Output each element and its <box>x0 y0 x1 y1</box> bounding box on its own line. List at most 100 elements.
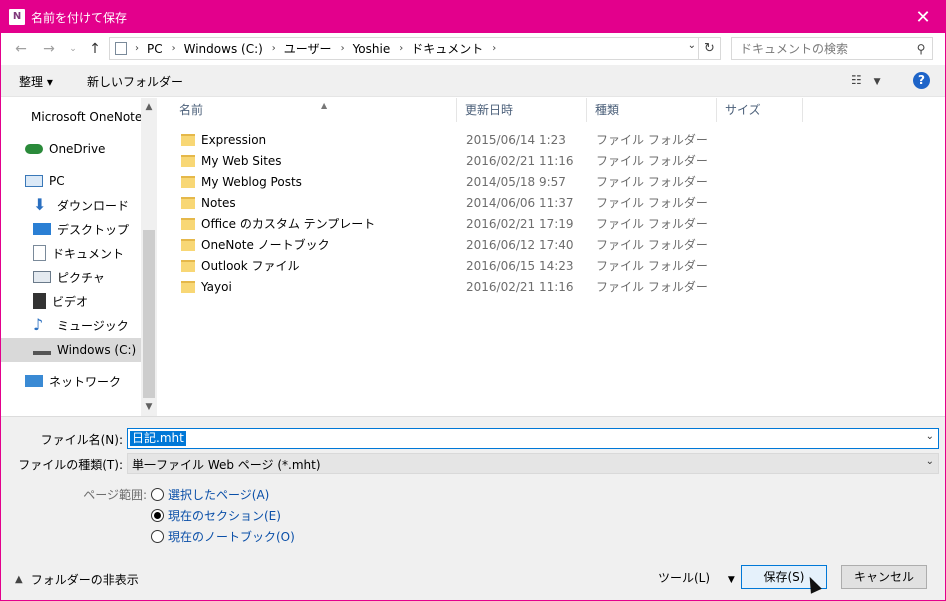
help-button[interactable]: ? <box>913 72 930 89</box>
chevron-down-icon: ▼ <box>727 575 735 585</box>
sidebar-item-videos[interactable]: ビデオ <box>33 290 141 312</box>
radio-button[interactable] <box>151 487 164 501</box>
folder-icon <box>181 217 195 230</box>
music-icon: ♪ <box>33 315 44 334</box>
radio-button[interactable] <box>151 529 164 543</box>
chevron-up-icon: ▲ <box>15 574 23 585</box>
navigation-scrollbar[interactable]: ▲ ▼ <box>141 98 157 416</box>
radio-current-notebook[interactable]: 現在のノートブック(O) <box>151 527 295 545</box>
tools-button[interactable]: ツール(L) ▼ <box>658 569 735 586</box>
sidebar-item-label: Windows (C:) <box>57 343 137 357</box>
search-box[interactable]: ドキュメントの検索 ⚲ <box>731 37 933 60</box>
sidebar-item-pc[interactable]: PC <box>25 170 141 192</box>
close-button[interactable]: ✕ <box>901 1 945 33</box>
sidebar-item-windows-c[interactable]: Windows (C:) <box>1 338 141 362</box>
organize-button[interactable]: 整理 ▾ <box>19 73 53 90</box>
filetype-label: ファイルの種類(T): <box>18 458 123 472</box>
file-date: 2015/06/14 1:23 <box>466 132 566 147</box>
back-button[interactable]: ← <box>11 39 31 59</box>
refresh-button[interactable]: ↻ <box>698 38 720 59</box>
sidebar-item-label: OneDrive <box>49 142 106 156</box>
breadcrumb-item[interactable]: Windows (C:) <box>184 42 263 56</box>
scroll-down-button[interactable]: ▼ <box>141 400 157 414</box>
file-list: 名前 ▲ 更新日時 種類 サイズ Expression 2015/06/14 1… <box>159 98 945 416</box>
up-arrow-icon: ↑ <box>89 41 101 57</box>
file-name: Outlook ファイル <box>201 259 300 273</box>
radio-button[interactable] <box>151 508 164 522</box>
file-name: My Web Sites <box>201 153 282 168</box>
location-icon <box>115 42 127 55</box>
file-row[interactable]: Expression 2015/06/14 1:23 ファイル フォルダー <box>171 129 711 150</box>
sidebar-item-documents[interactable]: ドキュメント <box>33 242 141 264</box>
filetype-select[interactable]: 単一ファイル Web ページ (*.mht) ⌄ <box>127 453 939 474</box>
scrollbar-thumb[interactable] <box>143 230 155 398</box>
breadcrumb-item[interactable]: PC <box>147 42 163 56</box>
radio-current-section[interactable]: 現在のセクション(E) <box>151 506 281 524</box>
view-list-icon: ☷ <box>851 73 862 87</box>
column-header-type[interactable]: 種類 <box>587 98 717 122</box>
file-row[interactable]: My Web Sites 2016/02/21 11:16 ファイル フォルダー <box>171 150 711 171</box>
file-row[interactable]: OneNote ノートブック 2016/06/12 17:40 ファイル フォル… <box>171 234 711 255</box>
file-date: 2016/06/12 17:40 <box>466 237 574 252</box>
column-header-name[interactable]: 名前 ▲ <box>171 98 457 122</box>
chevron-down-icon[interactable]: ⌄ <box>926 431 934 442</box>
folder-icon <box>181 238 195 251</box>
title-bar: N 名前を付けて保存 ✕ <box>1 1 945 33</box>
file-type: ファイル フォルダー <box>596 259 708 273</box>
sort-ascending-icon: ▲ <box>321 101 328 110</box>
onedrive-icon <box>25 144 43 154</box>
file-row[interactable]: Notes 2014/06/06 11:37 ファイル フォルダー <box>171 192 711 213</box>
sidebar-item-onenote[interactable]: Microsoft OneNote <box>25 106 141 128</box>
new-folder-button[interactable]: 新しいフォルダー <box>87 73 183 90</box>
address-dropdown-button[interactable]: ⌄ <box>688 40 696 51</box>
sidebar-item-network[interactable]: ネットワーク <box>25 370 141 392</box>
file-date: 2014/05/18 9:57 <box>466 174 566 189</box>
file-type: ファイル フォルダー <box>596 217 708 231</box>
sidebar-item-onedrive[interactable]: OneDrive <box>25 138 141 160</box>
hide-folders-button[interactable]: ▲ フォルダーの非表示 <box>15 571 139 588</box>
chevron-down-icon: ⌄ <box>925 456 934 467</box>
scroll-up-button[interactable]: ▲ <box>141 100 157 114</box>
breadcrumb-item[interactable]: Yoshie <box>353 42 391 56</box>
column-label: 名前 <box>179 103 204 117</box>
file-date: 2016/02/21 11:16 <box>466 279 574 294</box>
sidebar-item-desktop[interactable]: デスクトップ <box>33 218 141 240</box>
search-input[interactable]: ドキュメントの検索 <box>740 40 910 57</box>
sidebar-item-label: ダウンロード <box>57 198 130 213</box>
file-row[interactable]: Office のカスタム テンプレート 2016/02/21 17:19 ファイ… <box>171 213 711 234</box>
filename-input[interactable]: 日記.mht ⌄ <box>127 428 939 449</box>
address-bar[interactable]: › PC › Windows (C:) › ユーザー › Yoshie › ドキ… <box>109 37 721 60</box>
radio-label: 選択したページ(A) <box>168 487 270 502</box>
filename-value: 日記.mht <box>130 431 186 446</box>
radio-selected-pages[interactable]: 選択したページ(A) <box>151 485 269 503</box>
sidebar-item-downloads[interactable]: ⬇ ダウンロード <box>33 194 141 216</box>
view-options-button[interactable]: ☷ ▼ <box>851 73 881 87</box>
column-header-date[interactable]: 更新日時 <box>457 98 587 122</box>
folder-icon <box>181 280 195 293</box>
forward-button[interactable]: → <box>39 39 59 59</box>
file-row[interactable]: Yayoi 2016/02/21 11:16 ファイル フォルダー <box>171 276 711 297</box>
folder-icon <box>181 259 195 272</box>
chevron-right-icon: › <box>340 43 345 54</box>
file-row[interactable]: My Weblog Posts 2014/05/18 9:57 ファイル フォル… <box>171 171 711 192</box>
toolbar: 整理 ▾ 新しいフォルダー ☷ ▼ ? <box>1 65 945 97</box>
pc-icon <box>25 175 43 187</box>
file-date: 2016/06/15 14:23 <box>466 258 574 273</box>
breadcrumb-item[interactable]: ドキュメント <box>411 40 483 57</box>
sidebar-item-music[interactable]: ♪ ミュージック <box>33 314 141 336</box>
file-type: ファイル フォルダー <box>596 175 708 189</box>
up-button[interactable]: ↑ <box>85 39 105 59</box>
sidebar-item-pictures[interactable]: ピクチャ <box>33 266 141 288</box>
sidebar-item-label: ミュージック <box>57 318 129 333</box>
cancel-button[interactable]: キャンセル <box>841 565 927 589</box>
sidebar-item-label: ビデオ <box>52 294 89 309</box>
breadcrumb-item[interactable]: ユーザー <box>284 40 332 57</box>
download-icon: ⬇ <box>33 195 47 214</box>
filetype-value: 単一ファイル Web ページ (*.mht) <box>132 458 321 472</box>
recent-locations-button[interactable]: ⌄ <box>63 39 83 59</box>
file-row[interactable]: Outlook ファイル 2016/06/15 14:23 ファイル フォルダー <box>171 255 711 276</box>
sidebar-item-label: ドキュメント <box>52 246 125 261</box>
web-folder-icon <box>181 154 195 167</box>
navigation-bar: ← → ⌄ ↑ › PC › Windows (C:) › ユーザー › Yos… <box>1 33 945 65</box>
column-header-size[interactable]: サイズ <box>717 98 803 122</box>
